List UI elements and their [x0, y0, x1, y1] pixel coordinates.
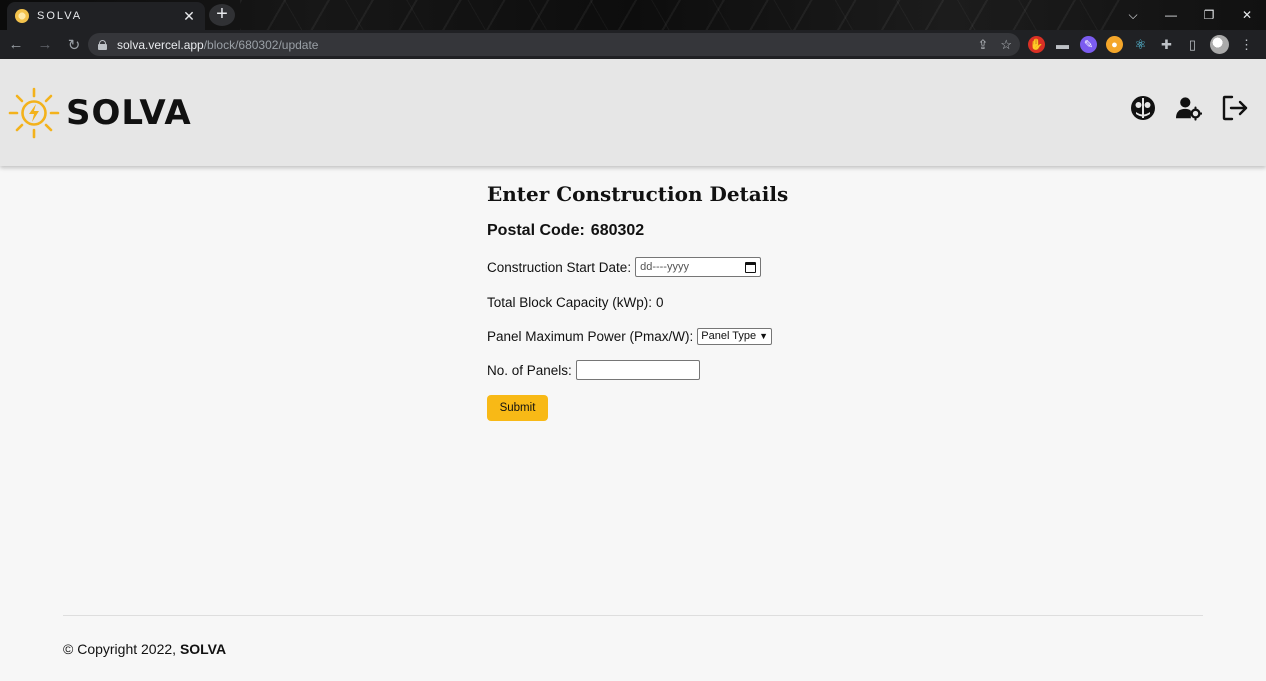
calendar-icon[interactable]	[745, 261, 757, 273]
panels-row: No. of Panels:	[487, 360, 887, 380]
panel-type-selected: Panel Type	[701, 330, 757, 342]
dashboard-icon[interactable]	[1130, 95, 1156, 121]
forward-button[interactable]: →	[32, 32, 58, 58]
sun-favicon-icon	[15, 9, 29, 23]
extensions-area: ✋ ▬ ✎ ● ⚛ ✚ ▯ ⋮	[1028, 30, 1255, 59]
sun-logo-icon	[8, 87, 60, 139]
url-text[interactable]: solva.vercel.app/block/680302/update	[117, 38, 318, 52]
date-placeholder: dd----yyyy	[640, 261, 689, 273]
extension-red-icon[interactable]: ✋	[1028, 36, 1045, 53]
close-window-button[interactable]: ✕	[1228, 0, 1266, 30]
pmax-label: Panel Maximum Power (Pmax/W):	[487, 328, 694, 344]
url-host: solva.vercel.app	[117, 37, 204, 52]
restore-button[interactable]: ❐	[1190, 0, 1228, 30]
browser-tab-bar: SOLVA ✕ + ⌵ — ❐ ✕	[0, 0, 1266, 30]
postal-code: Postal Code: 680302	[487, 222, 887, 240]
browser-tab[interactable]: SOLVA ✕	[7, 2, 205, 30]
pmax-row: Panel Maximum Power (Pmax/W): Panel Type…	[487, 326, 887, 346]
app-header: SOLVA	[0, 59, 1266, 166]
postal-code-value: 680302	[590, 222, 645, 239]
share-icon[interactable]: ⇪	[977, 37, 988, 53]
profile-avatar[interactable]	[1210, 35, 1229, 54]
reload-button[interactable]: ↻	[61, 32, 87, 58]
panels-count-input[interactable]	[575, 360, 700, 380]
bookmark-star-icon[interactable]: ☆	[1000, 37, 1012, 53]
window-controls: ⌵ — ❐ ✕	[1114, 0, 1266, 30]
start-date-input[interactable]: dd----yyyy	[635, 257, 762, 277]
extension-orange-icon[interactable]: ●	[1106, 36, 1123, 53]
tab-title: SOLVA	[37, 10, 83, 22]
logo-text: SOLVA	[66, 93, 192, 133]
browser-toolbar: ← → ↻ solva.vercel.app/block/680302/upda…	[0, 30, 1266, 59]
capacity-label: Total Block Capacity (kWp):	[487, 294, 653, 310]
capacity-value: 0	[656, 294, 664, 310]
extensions-puzzle-icon[interactable]: ✚	[1158, 36, 1175, 53]
footer-brand: SOLVA	[179, 641, 227, 657]
logout-icon[interactable]	[1222, 95, 1248, 121]
submit-button[interactable]: Submit	[487, 395, 548, 421]
footer: © Copyright 2022, SOLVA	[63, 641, 226, 657]
chevron-down-icon: ▼	[759, 331, 769, 341]
extension-gamepad-icon[interactable]: ▬	[1054, 36, 1071, 53]
url-path: /block/680302/update	[203, 37, 319, 52]
react-devtools-icon[interactable]: ⚛	[1132, 36, 1149, 53]
copyright-text: © Copyright 2022,	[63, 641, 177, 657]
lock-icon[interactable]	[98, 39, 107, 50]
construction-details-form: Enter Construction Details Postal Code: …	[487, 182, 887, 421]
logo[interactable]: SOLVA	[8, 87, 192, 139]
back-button[interactable]: ←	[3, 32, 29, 58]
tab-search-icon[interactable]: ⌵	[1114, 0, 1152, 30]
start-date-row: Construction Start Date: dd----yyyy	[487, 257, 887, 277]
footer-divider	[63, 615, 1203, 616]
side-panel-icon[interactable]: ▯	[1184, 36, 1201, 53]
user-settings-icon[interactable]	[1176, 95, 1202, 121]
panel-type-select[interactable]: Panel Type ▼	[697, 327, 773, 345]
address-bar[interactable]: solva.vercel.app/block/680302/update ⇪ ☆	[88, 33, 1020, 56]
header-actions	[1130, 95, 1248, 121]
start-date-label: Construction Start Date:	[487, 259, 632, 275]
panels-label: No. of Panels:	[487, 362, 572, 378]
address-bar-actions: ⇪ ☆	[977, 33, 1012, 56]
extension-purple-icon[interactable]: ✎	[1080, 36, 1097, 53]
tab-close-icon[interactable]: ✕	[181, 8, 197, 25]
minimize-button[interactable]: —	[1152, 0, 1190, 30]
browser-menu-icon[interactable]: ⋮	[1238, 36, 1255, 53]
new-tab-button[interactable]: +	[209, 4, 235, 26]
postal-code-label: Postal Code:	[487, 222, 585, 239]
page-title: Enter Construction Details	[487, 182, 789, 206]
capacity-row: Total Block Capacity (kWp): 0	[487, 292, 887, 312]
